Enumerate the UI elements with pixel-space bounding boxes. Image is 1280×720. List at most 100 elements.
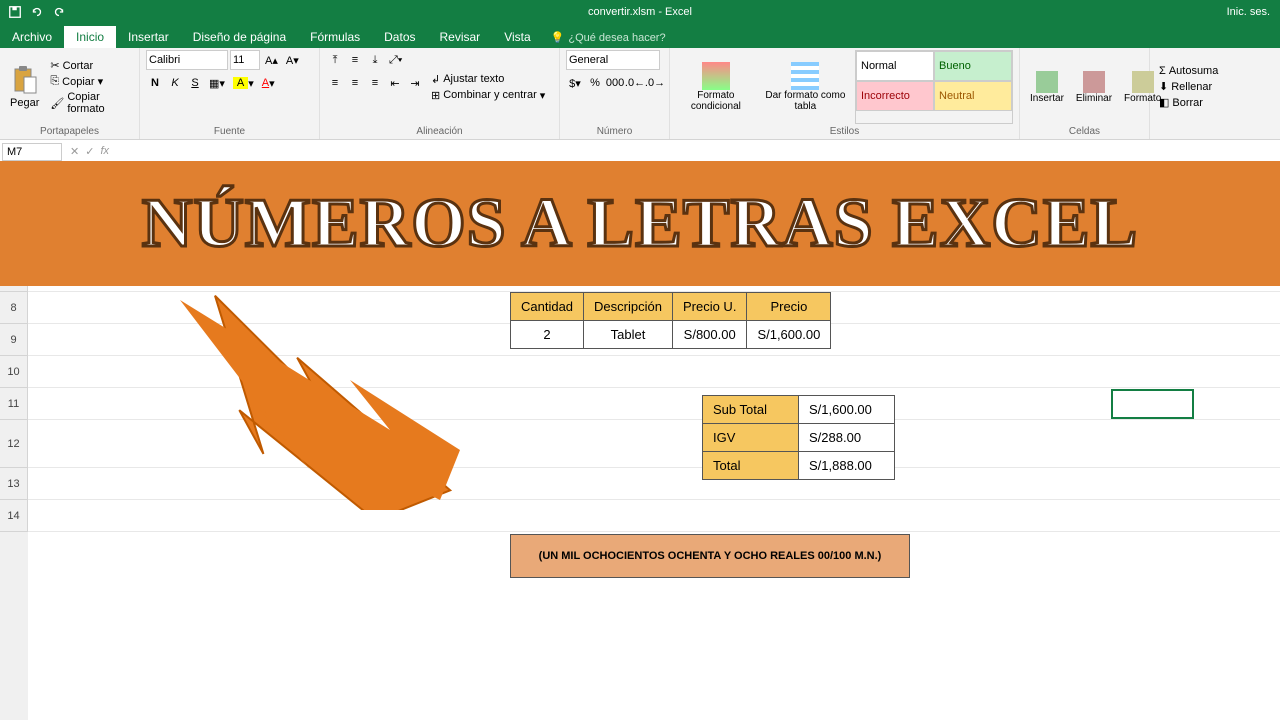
style-neutral[interactable]: Neutral [934, 81, 1012, 111]
font-name-select[interactable] [146, 50, 228, 70]
col-descripcion[interactable]: Descripción [584, 293, 673, 321]
align-top-button[interactable]: ⤒ [326, 50, 344, 70]
subtotal-label[interactable]: Sub Total [703, 396, 799, 424]
cut-button[interactable]: ✂ Cortar [47, 58, 133, 73]
border-button[interactable]: ▦▾ [206, 73, 228, 93]
fx-button[interactable]: fx [100, 145, 109, 158]
col-cantidad[interactable]: Cantidad [511, 293, 584, 321]
decrease-font-button[interactable]: A▾ [283, 50, 302, 70]
increase-font-button[interactable]: A▴ [262, 50, 281, 70]
cond-format-label: Formato condicional [680, 90, 752, 112]
tab-diseno[interactable]: Diseño de página [181, 26, 298, 48]
wrap-icon: ↲ [431, 73, 440, 86]
tab-vista[interactable]: Vista [492, 26, 542, 48]
cut-label: Cortar [63, 60, 94, 72]
align-right-button[interactable]: ≡ [366, 73, 384, 93]
insert-icon [1036, 71, 1058, 93]
underline-button[interactable]: S [186, 73, 204, 93]
format-painter-label: Copiar formato [67, 91, 130, 115]
row-header[interactable]: 8 [0, 292, 28, 324]
tell-me-search[interactable]: 💡 ¿Qué desea hacer? [543, 27, 674, 48]
style-incorrecto[interactable]: Incorrecto [856, 81, 934, 111]
igv-label[interactable]: IGV [703, 424, 799, 452]
row-header[interactable]: 11 [0, 388, 28, 420]
formula-input[interactable] [115, 142, 1280, 161]
amount-in-words[interactable]: (UN MIL OCHOCIENTOS OCHENTA Y OCHO REALE… [510, 534, 910, 578]
group-label-fuente: Fuente [140, 126, 319, 137]
decrease-decimal-button[interactable]: .0→ [646, 73, 664, 93]
fill-color-button[interactable]: A▾ [230, 73, 257, 93]
cell-precio-u[interactable]: S/800.00 [672, 321, 746, 349]
autosum-button[interactable]: ΣAutosuma [1156, 64, 1221, 78]
tab-datos[interactable]: Datos [372, 26, 427, 48]
bold-button[interactable]: N [146, 73, 164, 93]
col-precio-u[interactable]: Precio U. [672, 293, 746, 321]
cancel-formula-icon[interactable]: ✕ [70, 145, 79, 158]
indent-decrease-button[interactable]: ⇤ [386, 73, 404, 93]
redo-icon[interactable] [52, 5, 66, 19]
wrap-text-button[interactable]: ↲Ajustar texto [428, 72, 548, 87]
number-format-select[interactable] [566, 50, 660, 70]
format-painter-button[interactable]: 🖌Copiar formato [47, 90, 133, 116]
tell-me-placeholder: ¿Qué desea hacer? [568, 32, 665, 44]
row-header[interactable]: 9 [0, 324, 28, 356]
signin-link[interactable]: Inic. ses. [1227, 6, 1280, 18]
delete-icon [1083, 71, 1105, 93]
cell-cantidad[interactable]: 2 [511, 321, 584, 349]
merge-center-button[interactable]: ⊞Combinar y centrar ▾ [428, 88, 548, 103]
clear-button[interactable]: ◧Borrar [1156, 95, 1221, 110]
cell-styles-gallery[interactable]: Normal Incorrecto Bueno Neutral [855, 50, 1013, 124]
arrow-annotation [140, 290, 480, 510]
conditional-format-icon [702, 62, 730, 90]
tab-archivo[interactable]: Archivo [0, 26, 64, 48]
align-left-button[interactable]: ≡ [326, 73, 344, 93]
save-icon[interactable] [8, 5, 22, 19]
undo-icon[interactable] [30, 5, 44, 19]
col-precio[interactable]: Precio [747, 293, 831, 321]
delete-cells-button[interactable]: Eliminar [1072, 50, 1116, 124]
font-color-button[interactable]: A▾ [259, 73, 278, 93]
indent-increase-button[interactable]: ⇥ [406, 73, 424, 93]
percent-button[interactable]: % [586, 73, 604, 93]
tab-inicio[interactable]: Inicio [64, 26, 116, 48]
subtotal-value[interactable]: S/1,600.00 [799, 396, 895, 424]
paste-button[interactable]: Pegar [6, 50, 43, 124]
increase-decimal-button[interactable]: .0← [626, 73, 644, 93]
style-normal[interactable]: Normal [856, 51, 934, 81]
cell-precio[interactable]: S/1,600.00 [747, 321, 831, 349]
igv-value[interactable]: S/288.00 [799, 424, 895, 452]
accept-formula-icon[interactable]: ✓ [85, 145, 94, 158]
italic-button[interactable]: K [166, 73, 184, 93]
orientation-button[interactable]: ⤢▾ [386, 50, 405, 70]
cell-descripcion[interactable]: Tablet [584, 321, 673, 349]
tab-insertar[interactable]: Insertar [116, 26, 181, 48]
font-size-select[interactable] [230, 50, 260, 70]
align-bottom-button[interactable]: ⤓ [366, 50, 384, 70]
scissors-icon: ✂ [50, 59, 59, 72]
row-header[interactable]: 13 [0, 468, 28, 500]
conditional-format-button[interactable]: Formato condicional [676, 50, 756, 124]
wrap-label: Ajustar texto [443, 73, 504, 85]
copy-button[interactable]: ⎘Copiar ▾ [47, 74, 133, 89]
align-center-button[interactable]: ≡ [346, 73, 364, 93]
format-table-button[interactable]: Dar formato como tabla [760, 50, 851, 124]
name-box[interactable] [2, 143, 62, 161]
active-cell-indicator [1111, 389, 1194, 419]
row-header[interactable]: 14 [0, 500, 28, 532]
currency-button[interactable]: $▾ [566, 73, 584, 93]
row-header[interactable]: 10 [0, 356, 28, 388]
style-bueno[interactable]: Bueno [934, 51, 1012, 81]
tab-revisar[interactable]: Revisar [428, 26, 493, 48]
totals-table: Sub TotalS/1,600.00 IGVS/288.00 TotalS/1… [702, 395, 895, 480]
total-value[interactable]: S/1,888.00 [799, 452, 895, 480]
align-middle-button[interactable]: ≡ [346, 50, 364, 70]
comma-button[interactable]: 000 [606, 73, 624, 93]
insert-cells-button[interactable]: Insertar [1026, 50, 1068, 124]
tab-formulas[interactable]: Fórmulas [298, 26, 372, 48]
fill-button[interactable]: ⬇Rellenar [1156, 79, 1221, 94]
group-label-portapapeles: Portapapeles [0, 126, 139, 137]
row-header[interactable]: 12 [0, 420, 28, 468]
group-alineacion: ⤒ ≡ ⤓ ⤢▾ ≡ ≡ ≡ ⇤ ⇥ ↲Ajustar texto ⊞Combi… [320, 48, 560, 139]
group-label-alineacion: Alineación [320, 126, 559, 137]
total-label[interactable]: Total [703, 452, 799, 480]
